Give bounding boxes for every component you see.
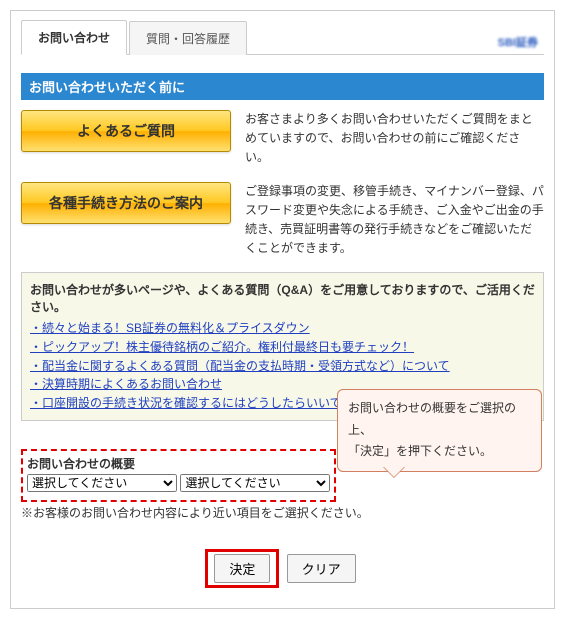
faq-link[interactable]: ・続々と始まる！SB証券の無料化＆プライスダウン [30,319,535,338]
callout-line: お問い合わせの概要をご選択の上、 [348,401,516,437]
summary-title: お問い合わせの概要 [27,455,330,472]
summary-note: ※お客様のお問い合わせ内容により近い項目をご選択ください。 [21,504,544,521]
faq-link[interactable]: ・配当金に関するよくある質問（配当金の支払時期・受領方式など）について [30,357,535,376]
button-row: 決定 クリア [21,549,544,588]
faq-description: お客さまより多くお問い合わせいただくご質問をまとめていますので、お問い合わせの前… [231,110,544,168]
section-header: お問い合わせいただく前に [21,73,544,100]
submit-button[interactable]: 決定 [214,554,270,583]
submit-highlight: 決定 [205,549,279,588]
callout-line: 「決定」を押下ください。 [348,444,492,458]
summary-select-2[interactable]: 選択してください [180,474,330,492]
procedures-description: ご登録事項の変更、移管手続き、マイナンバー登録、パスワード変更や失念による手続き… [231,182,544,259]
faq-button[interactable]: よくあるご質問 [21,110,231,152]
procedures-button[interactable]: 各種手続き方法のご案内 [21,182,231,224]
summary-highlight: お問い合わせの概要 選択してください 選択してください [21,449,336,502]
clear-button[interactable]: クリア [287,554,356,583]
logo: SBI証券 [492,30,544,54]
faq-link[interactable]: ・ピックアップ！株主優待銘柄のご紹介。権利付最終日も要チェック！ [30,338,535,357]
callout-balloon: お問い合わせの概要をご選択の上、 「決定」を押下ください。 [337,389,542,472]
tab-bar: お問い合わせ 質問・回答履歴 SBI証券 [21,19,544,55]
summary-select-1[interactable]: 選択してください [27,474,177,492]
faq-links-heading: お問い合わせが多いページや、よくある質問（Q&A）をご用意しておりますので、ご活… [30,281,535,315]
tab-history[interactable]: 質問・回答履歴 [129,21,247,55]
tab-inquiry[interactable]: お問い合わせ [21,20,127,55]
